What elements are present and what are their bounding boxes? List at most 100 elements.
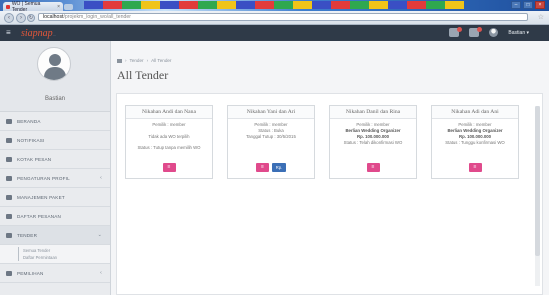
color-strip-segment (274, 1, 293, 9)
breadcrumb: › Tender › All Tender (117, 58, 171, 63)
notification-badge (457, 27, 463, 32)
tender-card-title: Nikahan Danil dan Rina (330, 106, 416, 119)
detail-button[interactable]: ≡ (256, 163, 269, 172)
sidebar: Bastian BERANDA NOTIFIKASI KOTAK PESAN PENG… (0, 41, 111, 295)
sidebar-item-label: TENDER (17, 232, 38, 238)
tender-panel: Nikahan Andi dan Nana Pemilik : member Tid… (116, 93, 543, 295)
detail-button[interactable]: ≡ (162, 163, 176, 172)
color-strip-segment (350, 1, 369, 9)
color-strip-segment (160, 1, 179, 9)
tender-card-line: Pemilik : member (152, 122, 186, 127)
url-field[interactable]: localhost/projekm_login_wo/all_tender (38, 13, 528, 21)
color-strip-segment (122, 1, 141, 9)
forward-button[interactable]: › (16, 13, 26, 23)
page-title: All Tender (117, 68, 169, 82)
tender-card: Nikahan Yani dan Ari Pemilik : member Stat… (227, 105, 315, 179)
submenu-item[interactable]: Daftar Permintaan (18, 254, 110, 261)
envelope-icon (6, 156, 12, 162)
back-button[interactable]: ‹ (4, 13, 14, 23)
tender-card-line: Tidak ada WO terpilih (148, 134, 190, 139)
browser-title-bar: WO | Semua Tender × – □ × (0, 0, 549, 13)
tender-card: Nikahan Adi dan Ani Pemilik : member Berli… (431, 105, 519, 179)
gear-icon (6, 175, 12, 181)
home-icon[interactable] (117, 58, 122, 63)
bell-icon (6, 137, 12, 143)
color-strip-segment (103, 1, 122, 9)
breadcrumb-tender[interactable]: Tender (130, 58, 144, 63)
sidebar-item-label: BERANDA (17, 118, 41, 124)
app-logo[interactable]: siapnap... (21, 28, 56, 39)
decorative-color-strip (84, 1, 464, 9)
reload-button[interactable]: ↻ (27, 14, 35, 22)
star-icon (6, 270, 12, 276)
detail-button[interactable]: ≡ (366, 163, 380, 172)
gavel-icon (6, 232, 12, 238)
menu-toggle-icon[interactable]: ≡ (6, 29, 11, 37)
color-strip-segment (331, 1, 350, 9)
tender-submenu: Semua Tender Daftar Permintaan (0, 245, 110, 264)
profile-avatar (37, 47, 71, 81)
main-content: › Tender › All Tender All Tender Nikahan… (111, 41, 549, 295)
panel-scrollbar[interactable] (535, 106, 540, 286)
sidebar-item-notifikasi[interactable]: NOTIFIKASI (0, 131, 110, 150)
tender-card-line: Status : Tunggu konfirmasi WO (445, 140, 505, 145)
sidebar-item-pemilihan[interactable]: PEMILIHAN ‹ (0, 264, 110, 283)
color-strip-segment (236, 1, 255, 9)
bookmark-star-icon[interactable]: ☆ (538, 13, 544, 21)
tab-close-icon[interactable]: × (57, 4, 60, 10)
sidebar-item-pengaturan-profil[interactable]: PENGATURAN PROFIL ‹ (0, 169, 110, 188)
tender-card-line: Tanggal Tutup : 30/5/2015 (246, 134, 296, 139)
sidebar-item-label: NOTIFIKASI (17, 137, 45, 143)
sidebar-item-label: KOTAK PESAN (17, 156, 52, 162)
tender-card-body: Pemilik : member Tidak ada WO terpilih Sta… (126, 119, 212, 154)
sidebar-profile: Bastian (0, 41, 110, 112)
color-strip-segment (445, 1, 464, 9)
window-controls: – □ × (511, 1, 545, 9)
maximize-button[interactable]: □ (523, 1, 533, 9)
tender-card-actions: ≡ (432, 163, 518, 172)
message-badge (477, 27, 483, 32)
browser-tab[interactable]: WO | Semua Tender × (3, 1, 63, 13)
close-window-button[interactable]: × (535, 1, 545, 9)
tender-card-line: Status : Telah dikonfirmasi WO (343, 140, 403, 145)
tender-card-body: Pemilik : member Berlian Wedding Organize… (330, 119, 416, 149)
sidebar-item-kotak-pesan[interactable]: KOTAK PESAN (0, 150, 110, 169)
message-icon[interactable] (469, 27, 483, 37)
chevron-icon: ⌄ (97, 232, 102, 238)
submenu-item[interactable]: Semua Tender (18, 247, 110, 254)
sidebar-item-manajemen-paket[interactable]: MANAJEMEN PAKET (0, 188, 110, 207)
color-strip-segment (426, 1, 445, 9)
sidebar-item-daftar-pesanan[interactable]: DAFTAR PESANAN (0, 207, 110, 226)
tender-card-body: Pemilik : member Status : Buka Tanggal Tut… (228, 119, 314, 143)
color-strip-segment (312, 1, 331, 9)
sidebar-item-tender[interactable]: TENDER ⌄ (0, 226, 110, 245)
user-avatar[interactable] (489, 28, 499, 37)
tender-card: Nikahan Danil dan Rina Pemilik : member Be… (329, 105, 417, 179)
tender-card-actions: ≡ Rp. (228, 163, 314, 172)
color-strip-segment (141, 1, 160, 9)
user-menu[interactable]: Bastian ▾ (508, 30, 529, 36)
new-tab-button[interactable] (64, 4, 73, 10)
profile-name: Bastian (44, 96, 65, 102)
sidebar-item-label: DAFTAR PESANAN (17, 213, 62, 219)
notification-icon[interactable] (449, 27, 463, 37)
minimize-button[interactable]: – (511, 1, 521, 9)
chevron-icon: ‹ (100, 270, 102, 276)
color-strip-segment (198, 1, 217, 9)
color-strip-segment (255, 1, 274, 9)
sidebar-item-beranda[interactable]: BERANDA (0, 112, 110, 131)
sidebar-menu: BERANDA NOTIFIKASI KOTAK PESAN PENGATURAN P… (0, 112, 110, 283)
color-strip-segment (407, 1, 426, 9)
tender-card-title: Nikahan Yani dan Ari (228, 106, 314, 119)
tender-card-title: Nikahan Andi dan Nana (126, 106, 212, 119)
sidebar-item-label: PEMILIHAN (17, 270, 44, 276)
detail-button[interactable]: ≡ (468, 163, 482, 172)
briefcase-icon (6, 194, 12, 200)
tender-card: Nikahan Andi dan Nana Pemilik : member Tid… (125, 105, 213, 179)
cart-icon (6, 213, 12, 219)
bid-button[interactable]: Rp. (272, 163, 286, 172)
color-strip-segment (388, 1, 407, 9)
top-icons: Bastian ▾ (449, 27, 529, 37)
tender-card-body: Pemilik : member Berlian Wedding Organize… (432, 119, 518, 149)
sidebar-item-label: MANAJEMEN PAKET (17, 194, 65, 200)
